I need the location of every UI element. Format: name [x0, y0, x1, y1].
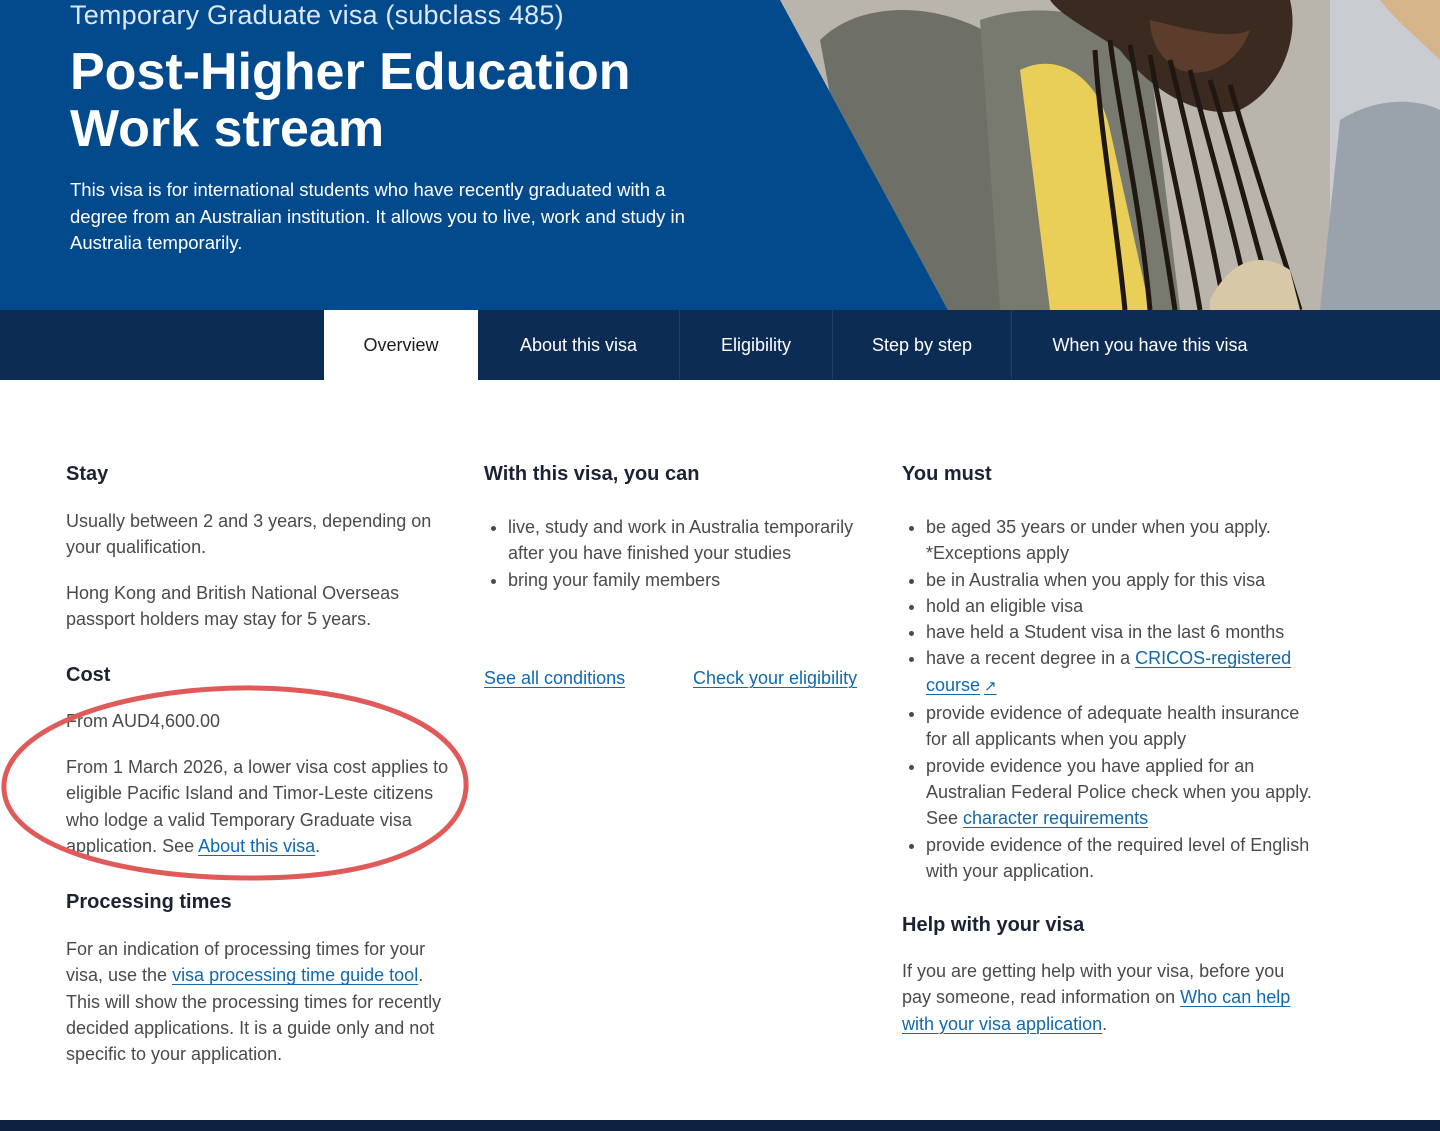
help-with-visa-text: If you are getting help with your visa, …	[902, 958, 1294, 1037]
tab-overview[interactable]: Overview	[324, 310, 478, 380]
check-eligibility-link[interactable]: Check your eligibility	[693, 665, 857, 691]
list-item: have held a Student visa in the last 6 m…	[926, 619, 1316, 645]
tab-when-you-have-this-visa[interactable]: When you have this visa	[1012, 310, 1288, 380]
visa-benefits-list: live, study and work in Australia tempor…	[484, 514, 888, 593]
list-item: live, study and work in Australia tempor…	[508, 514, 888, 567]
cost-value: From AUD4,600.00	[66, 711, 221, 731]
processing-time-guide-link[interactable]: visa processing time guide tool	[172, 965, 418, 985]
about-this-visa-link[interactable]: About this visa	[198, 836, 315, 856]
list-item: provide evidence you have applied for an…	[926, 753, 1316, 832]
hero-intro: This visa is for international students …	[70, 179, 685, 253]
processing-times-text: For an indication of processing times fo…	[66, 936, 451, 1067]
processing-times-heading: Processing times	[66, 891, 232, 913]
page-title-line-1: Post-Higher Education	[70, 43, 631, 101]
help-with-visa-heading: Help with your visa	[902, 914, 1085, 936]
visa-subclass-subtitle: Temporary Graduate visa (subclass 485)	[70, 0, 564, 30]
requirement-age-exceptions: *Exceptions apply	[926, 543, 1070, 564]
list-item: hold an eligible visa	[926, 593, 1316, 619]
external-link-icon: ↗	[984, 677, 997, 695]
tab-step-by-step[interactable]: Step by step	[833, 310, 1011, 380]
requirements-list: be aged 35 years or under when you apply…	[902, 514, 1316, 884]
page-title: Post-Higher Education Work stream	[70, 44, 710, 158]
page-title-line-2: Work stream	[70, 100, 385, 158]
stay-heading: Stay	[66, 463, 109, 485]
character-requirements-link[interactable]: character requirements	[963, 808, 1148, 828]
list-item: be in Australia when you apply for this …	[926, 567, 1316, 593]
list-item: provide evidence of the required level o…	[926, 832, 1316, 885]
visa-tab-bar: Overview About this visa Eligibility Ste…	[0, 310, 1440, 380]
see-all-conditions-link[interactable]: See all conditions	[484, 665, 625, 691]
cost-note: From 1 March 2026, a lower visa cost app…	[66, 754, 458, 859]
requirement-age: be aged 35 years or under when you apply…	[926, 517, 1271, 537]
list-item: have a recent degree in a CRICOS-registe…	[926, 645, 1316, 700]
stay-duration-text: Usually between 2 and 3 years, depending…	[66, 511, 432, 558]
requirement-degree-text: have a recent degree in a	[926, 648, 1136, 669]
cost-note-end: .	[315, 835, 321, 856]
tab-eligibility[interactable]: Eligibility	[680, 310, 832, 380]
help-text-end: .	[1102, 1013, 1108, 1034]
stay-hk-bno-text: Hong Kong and British National Overseas …	[66, 583, 400, 630]
list-item: be aged 35 years or under when you apply…	[926, 514, 1316, 567]
footer-strip	[0, 1120, 1440, 1131]
hero-banner: Temporary Graduate visa (subclass 485) P…	[0, 0, 1440, 310]
you-must-heading: You must	[902, 463, 992, 485]
cost-heading: Cost	[66, 664, 111, 686]
tab-about-this-visa[interactable]: About this visa	[478, 310, 679, 380]
with-this-visa-heading: With this visa, you can	[484, 463, 700, 485]
list-item: provide evidence of adequate health insu…	[926, 700, 1316, 753]
list-item: bring your family members	[508, 567, 888, 593]
